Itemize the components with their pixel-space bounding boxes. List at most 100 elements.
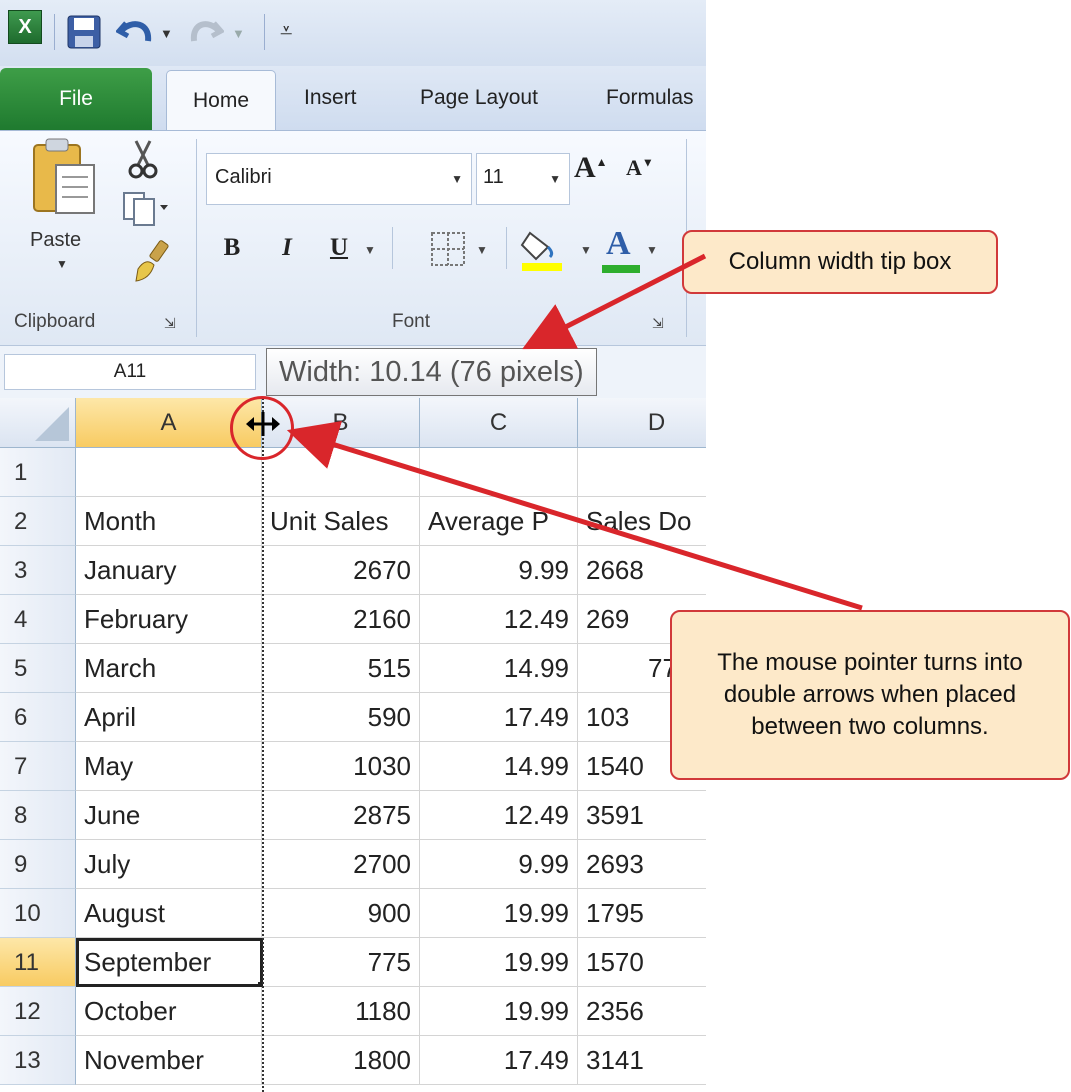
underline-dropdown-icon[interactable]: ▼: [364, 243, 376, 257]
cell-unit-sales[interactable]: 2670: [262, 546, 420, 595]
cell-month[interactable]: November: [76, 1036, 262, 1085]
font-color-dropdown-icon[interactable]: ▼: [646, 243, 658, 257]
select-all-button[interactable]: [0, 398, 76, 448]
underline-button[interactable]: U: [322, 225, 356, 271]
fill-color-dropdown-icon[interactable]: ▼: [580, 243, 592, 257]
bold-button[interactable]: B: [214, 225, 250, 271]
column-header-d[interactable]: D: [578, 398, 706, 448]
paste-dropdown-icon[interactable]: ▼: [56, 257, 68, 271]
font-size-combo[interactable]: 11 ▼: [476, 153, 570, 205]
row-header[interactable]: 8: [0, 791, 76, 840]
cell-unit-sales[interactable]: 775: [262, 938, 420, 987]
row-header[interactable]: 4: [0, 595, 76, 644]
row-header[interactable]: 12: [0, 987, 76, 1036]
cell-average-price[interactable]: 17.49: [420, 693, 578, 742]
font-name-dropdown-icon[interactable]: ▼: [451, 172, 463, 186]
cell-sales-dollars[interactable]: 3591: [578, 791, 706, 840]
cell-month[interactable]: February: [76, 595, 262, 644]
cell-average-price[interactable]: 19.99: [420, 987, 578, 1036]
cell-unit-sales[interactable]: 900: [262, 889, 420, 938]
tab-page-layout[interactable]: Page Layout: [420, 86, 538, 110]
cell-sales-dollars[interactable]: 1795: [578, 889, 706, 938]
font-dialog-launcher-icon[interactable]: ⇲: [652, 315, 664, 332]
cell-month[interactable]: Month: [76, 497, 262, 546]
cell-month[interactable]: May: [76, 742, 262, 791]
cell-unit-sales[interactable]: 1180: [262, 987, 420, 1036]
cell-month[interactable]: July: [76, 840, 262, 889]
cell-unit-sales[interactable]: 2875: [262, 791, 420, 840]
row-header[interactable]: 5: [0, 644, 76, 693]
copy-icon[interactable]: [122, 191, 170, 227]
row-header[interactable]: 6: [0, 693, 76, 742]
cell-month[interactable]: October: [76, 987, 262, 1036]
excel-app-icon[interactable]: X: [8, 10, 42, 44]
borders-icon[interactable]: [430, 231, 466, 267]
grow-font-icon[interactable]: A▲: [574, 151, 614, 191]
cell-month[interactable]: [76, 448, 262, 497]
cell-sales-dollars[interactable]: 3141: [578, 1036, 706, 1085]
font-size-dropdown-icon[interactable]: ▼: [549, 172, 561, 186]
cell-sales-dollars[interactable]: Sales Do: [578, 497, 706, 546]
row-header[interactable]: 2: [0, 497, 76, 546]
row-header[interactable]: 10: [0, 889, 76, 938]
tab-home[interactable]: Home: [166, 70, 276, 130]
tab-formulas[interactable]: Formulas: [606, 86, 694, 110]
undo-dropdown-icon[interactable]: ▼: [160, 26, 173, 41]
font-color-icon[interactable]: A: [600, 225, 644, 273]
undo-icon[interactable]: [116, 14, 156, 50]
paste-icon[interactable]: [30, 137, 100, 217]
italic-button[interactable]: I: [272, 225, 302, 271]
cell-sales-dollars[interactable]: 2356: [578, 987, 706, 1036]
customize-qat-icon[interactable]: ⩡: [280, 18, 292, 44]
row-header[interactable]: 9: [0, 840, 76, 889]
cell-month[interactable]: March: [76, 644, 262, 693]
cut-icon[interactable]: [128, 139, 158, 179]
cell-average-price[interactable]: 14.99: [420, 644, 578, 693]
cell-sales-dollars[interactable]: 2668: [578, 546, 706, 595]
row-header[interactable]: 7: [0, 742, 76, 791]
shrink-font-icon[interactable]: A▼: [626, 155, 662, 195]
cell-average-price[interactable]: [420, 448, 578, 497]
cell-sales-dollars[interactable]: 2693: [578, 840, 706, 889]
cell-average-price[interactable]: 17.49: [420, 1036, 578, 1085]
cell-sales-dollars[interactable]: [578, 448, 706, 497]
cell-average-price[interactable]: 19.99: [420, 938, 578, 987]
clipboard-dialog-launcher-icon[interactable]: ⇲: [164, 315, 176, 332]
row-header[interactable]: 1: [0, 448, 76, 497]
tab-insert[interactable]: Insert: [304, 86, 357, 110]
redo-icon[interactable]: [188, 14, 224, 50]
cell-month[interactable]: April: [76, 693, 262, 742]
borders-dropdown-icon[interactable]: ▼: [476, 243, 488, 257]
cell-unit-sales[interactable]: 1800: [262, 1036, 420, 1085]
cell-average-price[interactable]: 19.99: [420, 889, 578, 938]
cell-unit-sales[interactable]: Unit Sales: [262, 497, 420, 546]
row-header[interactable]: 11: [0, 938, 76, 987]
cell-month[interactable]: January: [76, 546, 262, 595]
cell-average-price[interactable]: 14.99: [420, 742, 578, 791]
active-cell[interactable]: September: [76, 938, 263, 987]
cell-average-price[interactable]: 12.49: [420, 791, 578, 840]
name-box[interactable]: A11: [4, 354, 256, 390]
paste-button[interactable]: Paste: [30, 229, 81, 252]
cell-unit-sales[interactable]: 2160: [262, 595, 420, 644]
font-name-combo[interactable]: Calibri ▼: [206, 153, 472, 205]
format-painter-icon[interactable]: [132, 239, 172, 283]
cell-sales-dollars[interactable]: 1570: [578, 938, 706, 987]
cell-unit-sales[interactable]: 2700: [262, 840, 420, 889]
cell-unit-sales[interactable]: 1030: [262, 742, 420, 791]
cell-average-price[interactable]: 9.99: [420, 546, 578, 595]
row-header[interactable]: 3: [0, 546, 76, 595]
cell-average-price[interactable]: 12.49: [420, 595, 578, 644]
save-icon[interactable]: [66, 14, 102, 50]
cell-unit-sales[interactable]: 515: [262, 644, 420, 693]
cell-month[interactable]: June: [76, 791, 262, 840]
cell-average-price[interactable]: Average P: [420, 497, 578, 546]
tab-file[interactable]: File: [0, 68, 152, 130]
redo-dropdown-icon[interactable]: ▼: [232, 26, 245, 41]
cell-month[interactable]: August: [76, 889, 262, 938]
cell-average-price[interactable]: 9.99: [420, 840, 578, 889]
cell-unit-sales[interactable]: [262, 448, 420, 497]
cell-unit-sales[interactable]: 590: [262, 693, 420, 742]
row-header[interactable]: 13: [0, 1036, 76, 1085]
column-header-c[interactable]: C: [420, 398, 578, 448]
